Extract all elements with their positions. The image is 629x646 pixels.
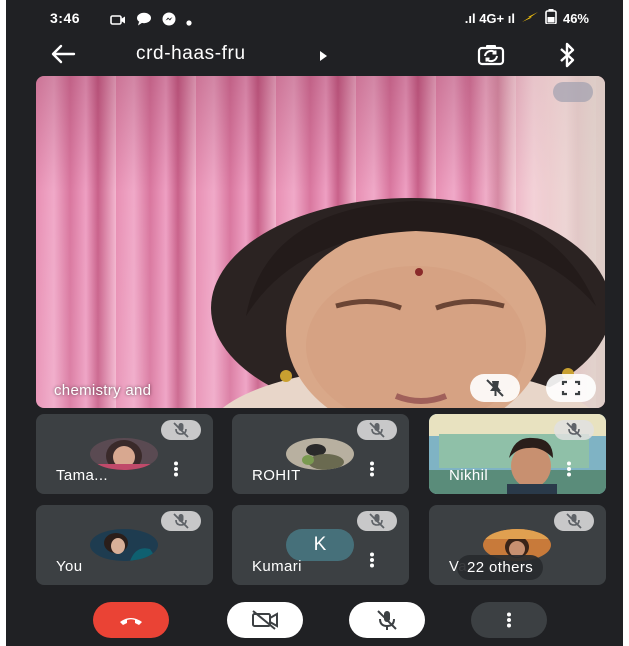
participant-tile[interactable]: Tama... [36,414,213,494]
mic-off-icon [173,422,189,438]
more-vert-icon[interactable] [173,461,179,482]
fullscreen-icon [561,380,581,396]
pin-off-icon [486,379,504,397]
muted-badge [161,420,201,440]
battery-icon [545,9,557,27]
participant-tile[interactable]: Nikhil [429,414,606,494]
notification-dot-icon [186,13,192,31]
meet-screen: 3:46 .ıl 4G+ ıl 46% crd-haas-fru chemist… [6,0,623,646]
spotlight-video-tile[interactable]: chemistry and [36,76,605,408]
participant-avatar [90,438,158,470]
mic-off-icon [566,513,582,529]
battery-level: 46% [562,10,589,26]
caret-right-icon[interactable] [318,49,328,67]
muted-badge [357,511,397,531]
others-tile[interactable]: Va 22 others [429,505,606,585]
muted-badge [554,511,594,531]
hang-up-icon [120,618,142,625]
participant-name: You [56,558,83,575]
more-vert-icon[interactable] [566,461,572,482]
meeting-header: crd-haas-fru [6,36,623,76]
camera-off-icon [252,610,278,630]
participant-name: Nikhil [449,467,489,484]
bluetooth-audio-icon[interactable] [557,42,579,73]
participant-avatar [90,529,158,561]
participant-avatar [286,438,354,470]
muted-badge [554,420,594,440]
mic-off-icon [173,513,189,529]
participant-tile[interactable]: ROHIT [232,414,409,494]
video-notification-icon [110,13,126,31]
participant-name: ROHIT [252,467,301,484]
more-vert-icon[interactable] [369,552,375,573]
camera-toggle-button[interactable] [227,602,303,638]
participant-name: Kumari [252,558,302,575]
participant-avatar: K [286,529,354,561]
muted-badge [357,420,397,440]
end-call-button[interactable] [93,602,169,638]
mic-off-icon [369,422,385,438]
more-options-button[interactable] [471,602,547,638]
network-signal: .ıl 4G+ ıl [464,10,515,26]
others-count-pill[interactable]: 22 others [457,555,544,580]
participant-tile[interactable]: You [36,505,213,585]
back-arrow-icon[interactable] [50,42,76,71]
unpin-button[interactable] [470,374,520,402]
charging-bolt-icon [521,11,539,26]
mic-off-icon [377,610,397,630]
switch-camera-icon[interactable] [476,42,506,73]
spotlight-participant-name: chemistry and [54,382,152,399]
speaker-video-feed [211,198,605,408]
mic-off-icon [369,513,385,529]
chat-bubble-icon [136,12,152,31]
status-bar: 3:46 .ıl 4G+ ıl 46% [6,0,623,36]
meeting-code[interactable]: crd-haas-fru [136,43,246,65]
more-vert-icon [507,612,511,628]
participant-name: Tama... [56,467,108,484]
mic-toggle-button[interactable] [349,602,425,638]
more-vert-icon[interactable] [369,461,375,482]
speaking-indicator [553,82,593,102]
participant-tile[interactable]: K Kumari [232,505,409,585]
status-time: 3:46 [50,10,81,26]
muted-badge [161,511,201,531]
messenger-icon [162,12,176,31]
fullscreen-button[interactable] [546,374,596,402]
mic-off-icon [566,422,582,438]
